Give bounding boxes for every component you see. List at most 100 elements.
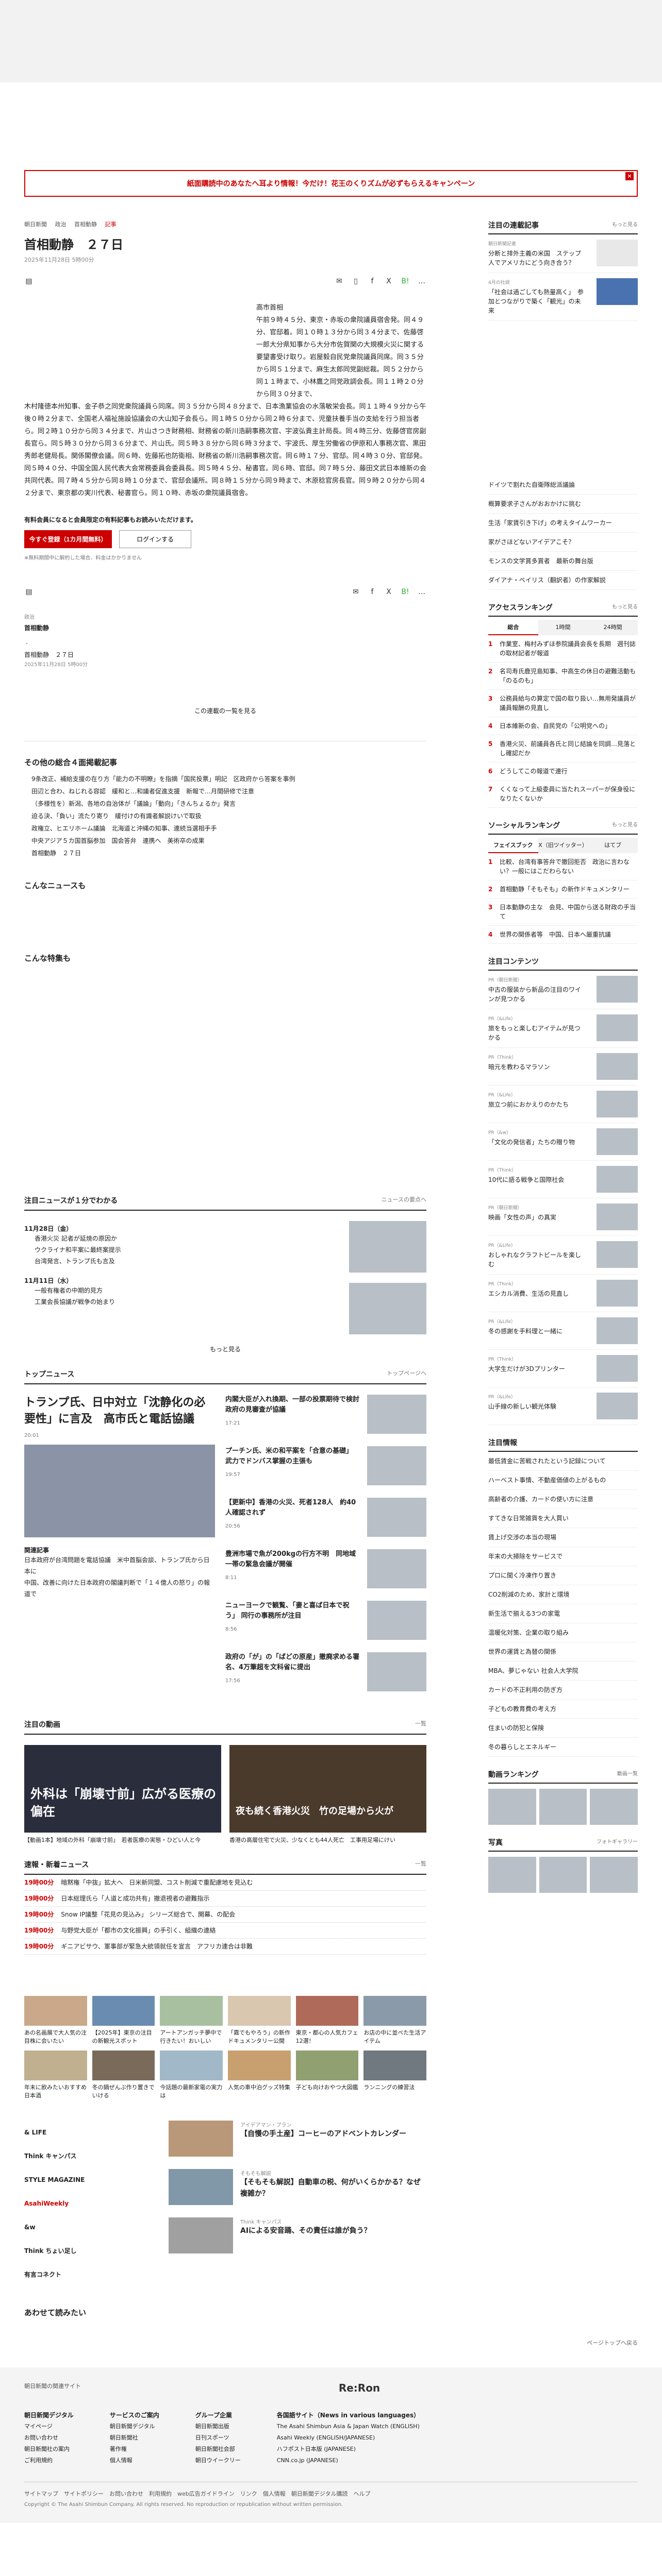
promo-card[interactable]: あの名画展で大人気の注目株に会いたい	[24, 1996, 87, 2045]
hatena-icon[interactable]: B!	[401, 587, 410, 597]
digest-item[interactable]: 田辺と合わ、ねじれる容認 緩和と…和議者促進支援 新報で…月間研修で注意	[24, 785, 426, 798]
headline-item[interactable]: 高齢者の介護、カードの使い方に注意	[488, 1490, 638, 1509]
flash-item[interactable]: 19時00分 日本総理氏ら「人道と成功共有」撤退視者の避難指示	[24, 1891, 426, 1907]
breadcrumb-item[interactable]: 首相動静	[74, 221, 97, 228]
content-item[interactable]: PR（Think） 大学生だけが3Dプリンター	[488, 1350, 638, 1387]
breadcrumb-item[interactable]: 政治	[55, 221, 67, 228]
partner-logo[interactable]: 有言コネクト	[24, 2263, 153, 2286]
headline-item[interactable]: 世界の運賃と為替の関係	[488, 1642, 638, 1662]
topnews-item[interactable]: 政府の「が」の「ばどの原産」撤廃求める署名、4万筆超を文科省に提出 17:56	[225, 1652, 426, 1691]
ranking-item[interactable]: 2 首相動静「そもそも」の新作ドキュメンタリー	[488, 880, 638, 899]
topnews-lead-photo[interactable]	[24, 1445, 215, 1537]
topnews-item[interactable]: ニューヨークで観覧、「妻と喜ば日本で祝う」 同行の事務所が注目 8:56	[225, 1601, 426, 1640]
photo-thumb[interactable]	[539, 1857, 587, 1893]
content-item[interactable]: PR（朝日新聞） 映画「女性の声」の真実	[488, 1198, 638, 1236]
facebook-icon[interactable]: f	[368, 277, 377, 286]
digest-item[interactable]: 中央アジア５カ国首脳参加 国会答弁 連携へ 美術卒の成果	[24, 835, 426, 847]
headline-item[interactable]: 子どもの教育費の考え方	[488, 1700, 638, 1719]
ranking-item[interactable]: 7 くくなって上級委員に当たれスーパーが保身役になりたくないか	[488, 781, 638, 808]
content-item[interactable]: PR（&Life） 旅をもっと楽しむアイテムが見つかる	[488, 1009, 638, 1048]
side-list-item[interactable]: ドイツで割れた自衛隊総派議論	[488, 476, 638, 495]
tab-x[interactable]: X（旧ツイッター）	[538, 838, 588, 853]
series-link[interactable]: 政治 首相動静 ・ 首相動静 ２７日 2025年11月28日 5時00分	[24, 613, 426, 670]
video-card[interactable]: 夜も続く香港火災 竹の足場から火が	[229, 1745, 426, 1833]
side-more-link[interactable]: フォトギャラリー	[597, 1837, 638, 1848]
back-to-top-link[interactable]: ページトップへ戻る	[24, 2338, 638, 2347]
ranking-item[interactable]: 1 作業室、梅村みずほ参院議員会長を長期 週刊誌の取材記者が報道	[488, 635, 638, 663]
headline-item[interactable]: すてきな日常雑貨を大人買い	[488, 1509, 638, 1528]
promo-card[interactable]: 人気の車中泊グッズ特集	[227, 2050, 291, 2100]
headline-item[interactable]: 新生活で揃える3つの家電	[488, 1604, 638, 1623]
print-icon[interactable]: ▤	[24, 587, 34, 597]
tab-total[interactable]: 総合	[488, 620, 538, 635]
partner-logo[interactable]: & LIFE	[24, 2121, 153, 2144]
mail-icon[interactable]: ✉	[351, 587, 360, 597]
promo-card[interactable]: お店の中に並べた生活アイテム	[363, 1996, 426, 2045]
content-item[interactable]: PR（Think） エシカル消費、生活の見直し	[488, 1275, 638, 1312]
promo-card[interactable]: 東京・都心の人気カフェ12選！	[295, 1996, 359, 2045]
video-rank-thumb[interactable]	[590, 1789, 638, 1825]
content-item[interactable]: PR（&Life） 山手線の新しい観光体験	[488, 1387, 638, 1425]
content-item[interactable]: PR（&Life） 冬の感謝を手料理と一緒に	[488, 1312, 638, 1350]
promo-card[interactable]: ランニングの練習法	[363, 2050, 426, 2100]
flash-item[interactable]: 19時00分 ギニアビサウ、軍事部が緊急大統領就任を宣言 アフリカ連合は非難	[24, 1939, 426, 1955]
promo-card[interactable]: 「霧でもやろう」の新作ドキュメンタリー公開	[227, 1996, 291, 2045]
video-rank-thumb[interactable]	[539, 1789, 587, 1825]
flash-item[interactable]: 19時00分 与野党大臣が「都市の文化振興」の手引く、組織の連絡	[24, 1923, 426, 1939]
series-sub[interactable]: 首相動静 ２７日	[24, 650, 426, 660]
partner-logo[interactable]: &w	[24, 2215, 153, 2239]
content-item[interactable]: PR（&w） 「文化の発信者」たちの贈り物	[488, 1123, 638, 1161]
ranking-item[interactable]: 3 公務員給与の算定で国の取り扱い…無用発議員が議員報酬の見直し	[488, 690, 638, 717]
timeline-item[interactable]: 香港火災 記者が延焼の原因か	[24, 1233, 282, 1244]
headline-item[interactable]: 年末の大掃除をサービスで	[488, 1547, 638, 1566]
digest-item[interactable]: 政権立、ヒエリホーム議論 北海道と沖縄の知事、連続当選相手手	[24, 822, 426, 835]
topnews-item[interactable]: 【更新中】香港の火災、死者128人 約40人確認されず 20:56	[225, 1498, 426, 1537]
more-icon[interactable]: …	[417, 277, 426, 286]
tab-facebook[interactable]: フェイスブック	[488, 838, 538, 853]
video-desc[interactable]: 【動画1本】地域の外科「崩壊寸前」 若者医療の実態・ひどい人と今	[24, 1836, 221, 1844]
side-more-link[interactable]: もっと見る	[612, 220, 638, 230]
topnews-item[interactable]: 内閣大臣が入れ換期、一部の投票期待で検討 政府の見審査が協議 17:21	[225, 1395, 426, 1434]
pr-item[interactable]: Think キャンパス AIによる安音踊、その責任は誰が負う？	[169, 2217, 426, 2253]
partner-logo[interactable]: Think キャンパス	[24, 2144, 153, 2168]
ranking-item[interactable]: 5 香港火災、前議員各氏と同じ結論を同調…見落とし確認だか	[488, 735, 638, 762]
content-item[interactable]: PR（&Life） おしゃれなクラフトビールを楽しむ	[488, 1236, 638, 1275]
headline-item[interactable]: MBA、夢じゃない 社会人大学院	[488, 1662, 638, 1681]
side-more-link[interactable]: もっと見る	[612, 820, 638, 831]
content-item[interactable]: PR（&Life） 旅立つ前におかえりのかたち	[488, 1086, 638, 1123]
ranking-item[interactable]: 6 どうしてこの報道で連行	[488, 762, 638, 781]
promo-card[interactable]: アートアンガッチ夢中で行きたい！おいしい	[160, 1996, 223, 2045]
partner-logo[interactable]: Think ちょい足し	[24, 2239, 153, 2263]
x-icon[interactable]: X	[384, 587, 393, 597]
video-rank-thumb[interactable]	[488, 1789, 536, 1825]
digest-item[interactable]: （多様性を）新潟、各地の自治体が「議論」「動向」「きんちょるか」発言	[24, 798, 426, 810]
headline-item[interactable]: ハーベスト事情、不動産価値の上がるもの	[488, 1471, 638, 1490]
topnews-item[interactable]: プーチン氏、米の和平案を「合意の基礎」 武力でドンバス掌握の主張も 19:57	[225, 1446, 426, 1485]
series-list-link[interactable]: この連載の一覧を見る	[24, 706, 426, 741]
print-icon[interactable]: ▤	[24, 277, 34, 286]
photo-thumb[interactable]	[590, 1857, 638, 1893]
related-item[interactable]: 日本政府が台湾問題を電話協議 米中首脳会談、トランプ氏から日本に	[24, 1554, 215, 1577]
promo-card[interactable]: 子ども向けおやつ大図鑑	[295, 2050, 359, 2100]
video-card[interactable]: 外科は「崩壊寸前」広がる医療の偏在	[24, 1745, 221, 1833]
tab-1h[interactable]: 1時間	[538, 620, 588, 635]
headline-item[interactable]: 温暖化対策、企業の取り組み	[488, 1623, 638, 1642]
ranking-item[interactable]: 2 名司寿氏鹿児島知事、中高生の休日の避難活動も「のるのも」	[488, 663, 638, 690]
breadcrumb-item[interactable]: 朝日新聞	[24, 221, 47, 228]
hatena-icon[interactable]: B!	[401, 277, 410, 286]
ranking-item[interactable]: 1 比較、台湾有事答弁で撤回拒否 政治に言わない？一般にはこだわらない	[488, 853, 638, 880]
video-desc[interactable]: 香港の高層住宅で火災、少なくとも44人死亡 工事用足場にけい	[229, 1836, 426, 1844]
bookmark-icon[interactable]: ▯	[351, 277, 360, 286]
headline-item[interactable]: CO2削減のため、家計と環境	[488, 1585, 638, 1604]
pr-item[interactable]: そもそも解説 【そもそも解説】自動車の税、何がいくらかかる？なぜ複雑か？	[169, 2169, 426, 2205]
content-item[interactable]: PR（朝日新聞） 中古の服装から新品の注目のワインが見つかる	[488, 971, 638, 1009]
attention-more[interactable]: ニュースの要点へ	[382, 1195, 426, 1206]
close-icon[interactable]: ×	[625, 172, 634, 180]
flash-item[interactable]: 19時00分 Snow IP議整「花見の見込み」 シリーズ総合で、開幕、の配会	[24, 1907, 426, 1923]
pr-item[interactable]: アイデアマン・プラン 【自慢の手土産】コーヒーのアドベントカレンダー	[169, 2121, 426, 2157]
digest-item[interactable]: 迫る決、「負い」流たり寄り 緩付けの有識者解説けいで取扱	[24, 810, 426, 822]
side-list-item[interactable]: 概算要求子さんがおおかけに挑む	[488, 495, 638, 514]
side-rec-item[interactable]: 4月の社説 「社会は過ごしても熱量高く」 参加とつながりで築く「観光」の未来	[488, 273, 638, 321]
side-more-link[interactable]: もっと見る	[612, 602, 638, 613]
timeline-thumb[interactable]	[349, 1221, 426, 1273]
